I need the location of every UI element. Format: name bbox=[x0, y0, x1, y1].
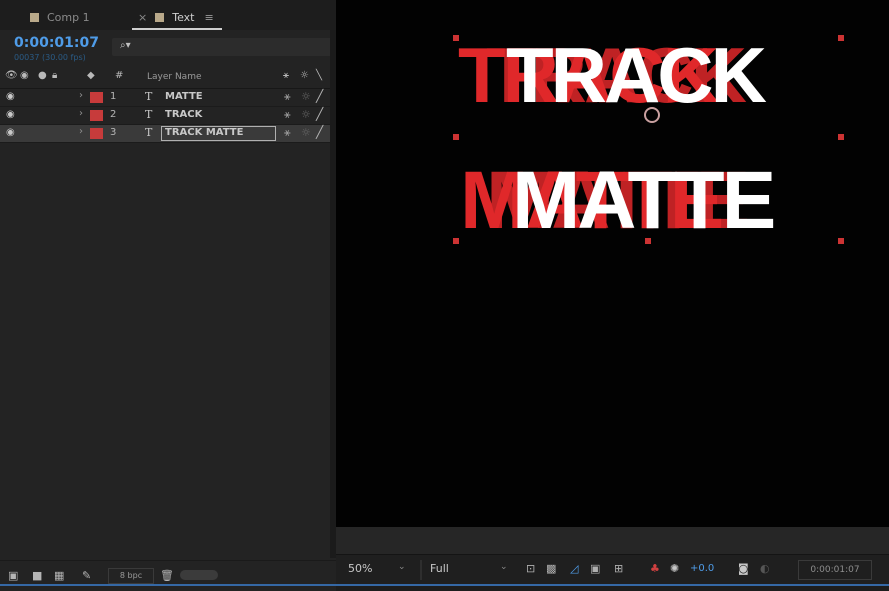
separator bbox=[420, 560, 422, 580]
layer-search-input[interactable]: ⌕▾ bbox=[112, 38, 336, 56]
video-switch-icon: 👁 bbox=[5, 70, 18, 81]
guides-icon[interactable]: ⊞ bbox=[614, 562, 623, 575]
panel-menu-icon[interactable]: ≡ bbox=[204, 11, 213, 24]
transform-handle[interactable] bbox=[838, 134, 844, 140]
snapshot-show-icon[interactable]: ◐ bbox=[760, 562, 770, 575]
viewer-bottom-strip bbox=[336, 527, 889, 554]
current-time-display[interactable]: 0:00:01:07 bbox=[14, 35, 99, 51]
quality-icon[interactable]: ╱ bbox=[316, 125, 323, 139]
collapse-icon[interactable]: ☼ bbox=[301, 108, 311, 121]
layer-label-color[interactable] bbox=[90, 128, 103, 139]
chevron-down-icon[interactable]: ⌄ bbox=[398, 562, 406, 572]
chevron-down-icon[interactable]: ⌄ bbox=[500, 562, 508, 572]
color-channels-icon[interactable]: ♣ bbox=[650, 562, 660, 575]
timeline-tab-bar: Comp 1 × Text ≡ bbox=[0, 0, 336, 30]
layer-label-color[interactable] bbox=[90, 92, 103, 103]
resolution-select[interactable]: Full bbox=[430, 562, 449, 575]
transform-handle[interactable] bbox=[453, 35, 459, 41]
matte-text[interactable]: MATTE bbox=[512, 160, 776, 242]
eye-icon[interactable]: ◉ bbox=[6, 109, 15, 120]
trash-icon[interactable]: 🗑︎ bbox=[160, 569, 174, 582]
collapse-switch-icon: ☼ bbox=[300, 70, 309, 81]
layer-row[interactable]: ◉ › 2 T TRACK ⚹ ☼ ╱ bbox=[0, 107, 336, 125]
quality-icon[interactable]: ╱ bbox=[316, 107, 323, 121]
layer-number: 1 bbox=[110, 91, 117, 102]
transform-handle[interactable] bbox=[838, 35, 844, 41]
panel-focus-border bbox=[0, 584, 889, 586]
layer-label-color[interactable] bbox=[90, 110, 103, 121]
transform-handle[interactable] bbox=[453, 238, 459, 244]
layer-column-header: 👁 ◉ ● 🔒︎ ◆ # Layer Name ⚹ ☼ ╲ bbox=[0, 68, 336, 89]
viewer-time-display[interactable]: 0:00:01:07 bbox=[798, 560, 872, 580]
chevron-right-icon[interactable]: › bbox=[79, 126, 83, 137]
text-layer-icon: T bbox=[145, 108, 153, 121]
lock-icon: 🔒︎ bbox=[52, 70, 58, 81]
shy-icon[interactable]: ⚹ bbox=[284, 126, 291, 140]
tab-close-icon[interactable]: × bbox=[138, 11, 147, 24]
layer-number: 2 bbox=[110, 109, 117, 120]
reset-exposure-icon[interactable]: ✺ bbox=[670, 562, 679, 575]
pen-icon[interactable]: ✎ bbox=[82, 569, 91, 582]
layer-name[interactable]: TRACK bbox=[165, 109, 202, 120]
search-icon: ⌕▾ bbox=[120, 40, 131, 51]
transparency-grid-icon[interactable]: ▩ bbox=[546, 562, 556, 575]
transform-handle[interactable] bbox=[453, 134, 459, 140]
fast-preview-icon[interactable]: ⊡ bbox=[526, 562, 535, 575]
quality-icon[interactable]: ╱ bbox=[316, 89, 323, 103]
shy-icon[interactable]: ⚹ bbox=[284, 90, 291, 104]
layer-number-header: # bbox=[115, 70, 124, 81]
chevron-right-icon[interactable]: › bbox=[79, 108, 83, 119]
tab-label: Comp 1 bbox=[47, 10, 90, 24]
layer-row[interactable]: ◉ › 1 T MATTE ⚹ ☼ ╱ bbox=[0, 89, 336, 107]
viewer-controls: 50% ⌄ Full ⌄ ⊡ ▩ ◿ ▣ ⊞ ♣ ✺ +0.0 ◙ ◐ 0:00… bbox=[336, 554, 889, 585]
transform-handle[interactable] bbox=[838, 238, 844, 244]
timeline-bottom-toolbar: ▣ ■ ▦ ✎ 8 bpc 🗑︎ bbox=[0, 560, 336, 591]
text-layer-icon: T bbox=[145, 126, 153, 139]
zoom-slider[interactable] bbox=[180, 570, 218, 580]
layer-name-edit-field[interactable]: TRACK MATTE bbox=[161, 126, 276, 141]
layer-number: 3 bbox=[110, 127, 117, 138]
tab-comp-1[interactable]: Comp 1 bbox=[30, 6, 90, 28]
zoom-level-select[interactable]: 50% bbox=[348, 562, 372, 575]
quality-switch-icon: ╲ bbox=[316, 70, 323, 81]
layer-list: ◉ › 1 T MATTE ⚹ ☼ ╱ ◉ › 2 T TRACK ⚹ ☼ ╱ … bbox=[0, 89, 336, 143]
track-text[interactable]: TRACK bbox=[506, 36, 767, 114]
shy-icon[interactable]: ⚹ bbox=[284, 108, 291, 122]
eye-icon[interactable]: ◉ bbox=[6, 127, 15, 138]
tab-text[interactable]: × Text ≡ bbox=[132, 6, 222, 30]
audio-icon: ◉ bbox=[20, 70, 29, 81]
frame-rate-info: 00037 (30.00 fps) bbox=[14, 53, 86, 62]
film-icon[interactable]: ▦ bbox=[54, 569, 64, 582]
bit-depth-button[interactable]: 8 bpc bbox=[108, 568, 154, 584]
comp-icon bbox=[30, 12, 39, 22]
timeline-panel: Comp 1 × Text ≡ 0:00:01:07 00037 (30.00 … bbox=[0, 0, 336, 591]
chevron-right-icon[interactable]: › bbox=[79, 90, 83, 101]
render-time-icon[interactable]: ▣ bbox=[8, 569, 18, 582]
tab-label: Text bbox=[172, 10, 195, 24]
region-of-interest-icon[interactable]: ▣ bbox=[590, 562, 600, 575]
solo-icon: ● bbox=[38, 70, 47, 81]
layer-name-header[interactable]: Layer Name bbox=[147, 72, 202, 82]
eye-icon[interactable]: ◉ bbox=[6, 91, 15, 102]
mask-path-icon[interactable]: ◿ bbox=[570, 562, 578, 575]
text-layer-icon: T bbox=[145, 90, 153, 103]
layer-name[interactable]: MATTE bbox=[165, 91, 203, 102]
camera-icon[interactable]: ◙ bbox=[738, 562, 749, 575]
label-icon: ◆ bbox=[87, 70, 95, 81]
anchor-point-icon[interactable] bbox=[644, 107, 660, 123]
comp-icon bbox=[155, 12, 165, 22]
collapse-icon[interactable]: ☼ bbox=[301, 126, 311, 139]
transform-handle[interactable] bbox=[645, 238, 651, 244]
collapse-icon[interactable]: ☼ bbox=[301, 90, 311, 103]
folder-icon[interactable]: ■ bbox=[32, 569, 42, 582]
exposure-value[interactable]: +0.0 bbox=[690, 563, 714, 574]
shy-switch-icon: ⚹ bbox=[283, 70, 289, 81]
composition-viewer[interactable]: TRACK TRACK MATTE MATTE TRACK MATTE bbox=[336, 0, 889, 527]
layer-row-selected[interactable]: ◉ › 3 T TRACK MATTE ⚹ ☼ ╱ bbox=[0, 125, 336, 143]
